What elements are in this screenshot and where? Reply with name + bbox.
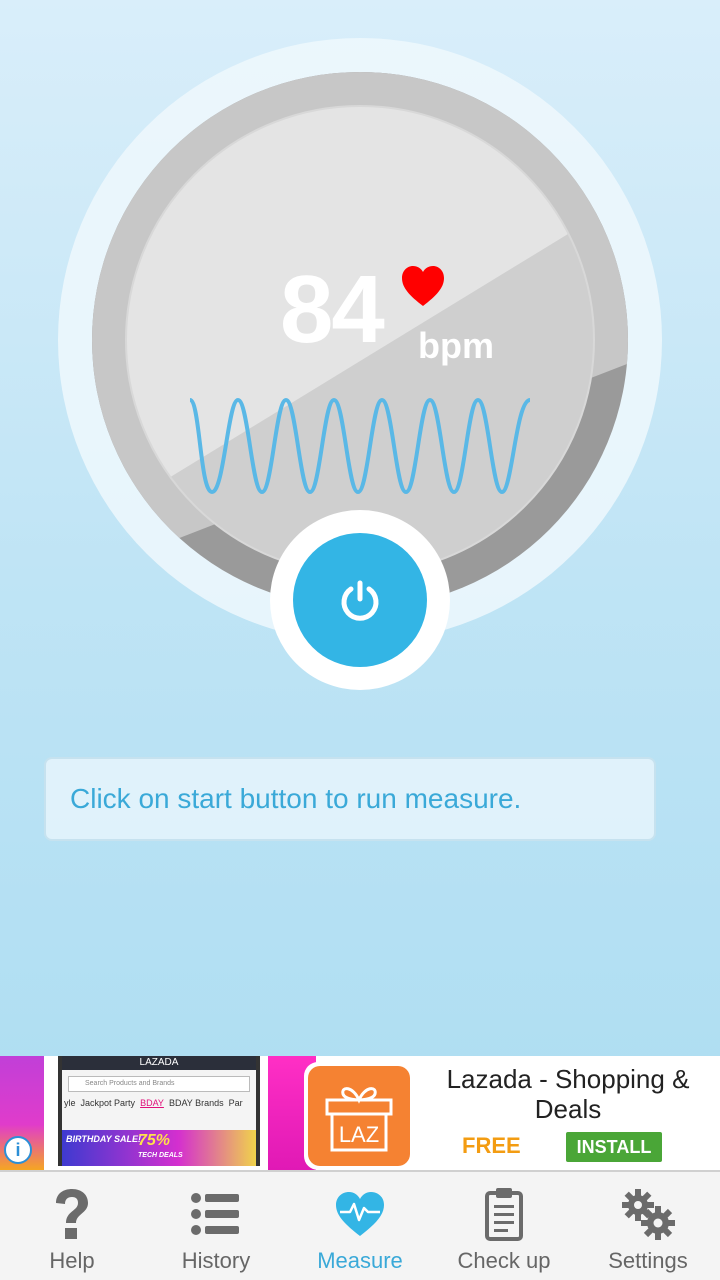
nav-label: Measure (317, 1248, 403, 1273)
ad-promo-text: BIRTHDAY SALE! (66, 1134, 142, 1144)
nav-item-measure[interactable]: Measure (288, 1172, 432, 1280)
ad-screenshot-categories: yle Jackpot Party BDAY BDAY Brands Par (62, 1098, 256, 1108)
question-icon (42, 1186, 102, 1242)
nav-label: Check up (457, 1248, 551, 1273)
nav-label: History (181, 1248, 251, 1273)
ad-cat: Jackpot Party (80, 1098, 136, 1108)
status-message: Click on start button to run measure. (70, 783, 522, 814)
measure-screen: 84 bpm Click on start button to run meas… (0, 0, 720, 1056)
ad-discount-text: 75% (138, 1132, 171, 1149)
bpm-value: 84 (280, 256, 385, 363)
ad-app-icon[interactable]: LAZ (304, 1062, 414, 1170)
gift-outline: LAZ (325, 1087, 393, 1152)
nav-label: Help (49, 1248, 95, 1273)
nav-item-settings[interactable]: Settings (576, 1172, 720, 1280)
ad-price: FREE (462, 1133, 521, 1158)
ad-screenshot: LAZADA Search Products and Brands yle Ja… (58, 1056, 260, 1166)
ad-cat: BDAY (140, 1098, 164, 1108)
nav-item-history[interactable]: History (144, 1172, 288, 1280)
heart-pulse-icon (330, 1186, 390, 1242)
status-message-box: Click on start button to run measure. (44, 757, 656, 841)
bpm-unit: bpm (418, 325, 494, 366)
ad-cat: Par (228, 1098, 243, 1108)
ad-deals-text: TECH DEALS (138, 1152, 183, 1159)
gears-icon (618, 1186, 678, 1242)
ad-cat: BDAY Brands (168, 1098, 224, 1108)
ad-app-name[interactable]: Lazada - Shopping & Deals (430, 1064, 706, 1124)
nav-item-help[interactable]: Help (0, 1172, 144, 1280)
power-icon (341, 580, 379, 621)
install-button[interactable]: INSTALL (566, 1132, 662, 1162)
ad-screenshot-promo: BIRTHDAY SALE! 75% TECH DEALS (62, 1130, 256, 1166)
clipboard-icon (474, 1186, 534, 1242)
list-icon (186, 1186, 246, 1242)
gift-box-icon: LAZ (308, 1066, 410, 1166)
ad-app-icon-text: LAZ (339, 1122, 379, 1147)
nav-item-checkup[interactable]: Check up (432, 1172, 576, 1280)
heart-icon (402, 266, 444, 306)
ad-info-icon[interactable]: i (4, 1136, 32, 1164)
nav-label: Settings (608, 1248, 688, 1273)
ad-screenshot-header: LAZADA (62, 1056, 256, 1070)
ad-cat: yle (64, 1098, 76, 1108)
start-button[interactable] (293, 533, 427, 667)
bottom-nav: Help History Measure Check up Settings (0, 1170, 720, 1280)
ad-screenshot-search: Search Products and Brands (68, 1076, 250, 1092)
